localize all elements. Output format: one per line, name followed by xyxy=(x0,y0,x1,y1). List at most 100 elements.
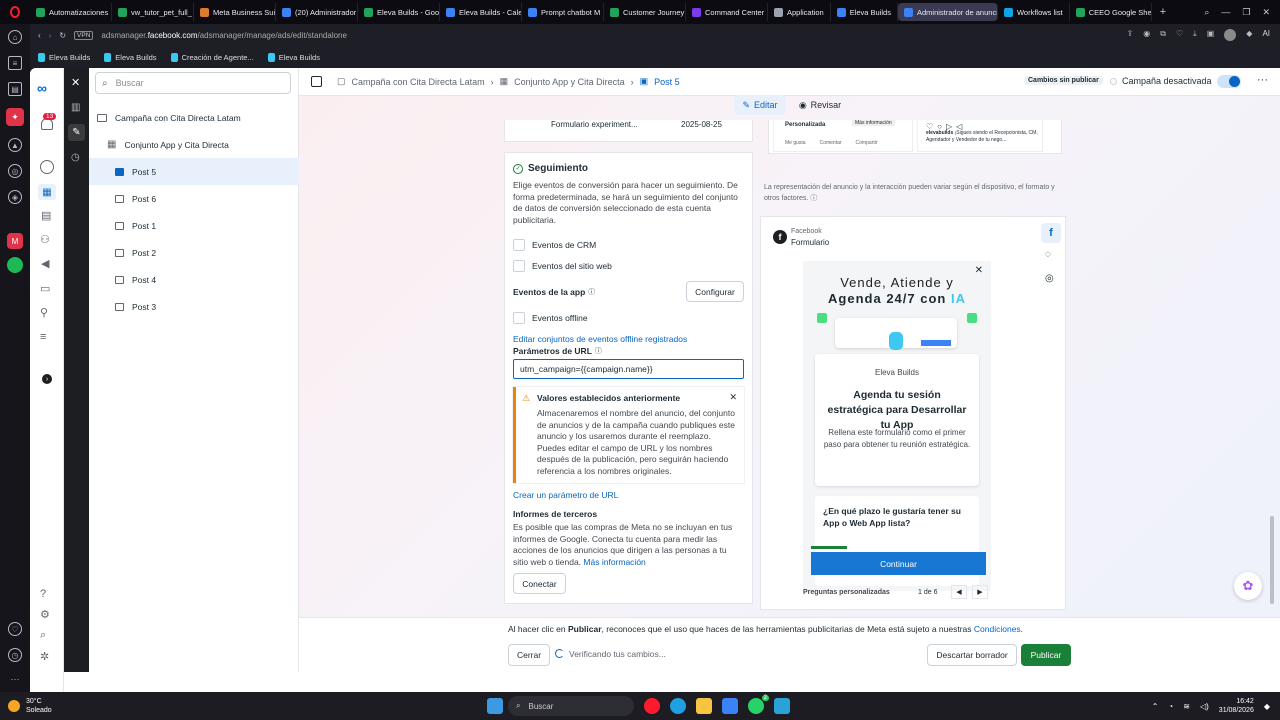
instagram-placement-icon[interactable]: ◎ xyxy=(1045,273,1054,284)
home-icon[interactable]: ⌂ xyxy=(8,30,22,44)
shield-icon[interactable]: ◈ xyxy=(8,190,22,204)
expand-nav-icon[interactable]: › xyxy=(42,374,52,384)
connect-button[interactable]: Conectar xyxy=(513,573,566,594)
close-icon[interactable]: ✕ xyxy=(729,392,737,403)
meta-logo-icon[interactable]: ∞ xyxy=(37,80,47,96)
browser-tab[interactable]: Customer Journey xyxy=(604,3,686,21)
breadcrumb-campaign[interactable]: Campaña con Cita Directa Latam xyxy=(352,77,485,87)
gmail-icon[interactable]: M xyxy=(7,233,23,249)
settings-icon[interactable]: ⚙ xyxy=(40,608,50,621)
browser-tab[interactable]: (20) Administrador xyxy=(276,3,358,21)
bookmark-item[interactable]: Eleva Builds xyxy=(104,52,157,62)
edit-offline-link[interactable]: Editar conjuntos de eventos offline regi… xyxy=(513,334,687,344)
tree-ad-item[interactable]: Post 5 xyxy=(89,158,299,185)
opera-logo[interactable] xyxy=(0,0,30,24)
instagram-icon[interactable]: ◎ xyxy=(8,164,22,178)
browser-tab[interactable]: Prompt chatbot M xyxy=(522,3,604,21)
weather-widget[interactable]: 30°C Soleado xyxy=(0,697,200,715)
tree-campaign-item[interactable]: Campaña con Cita Directa Latam xyxy=(89,104,299,131)
info-icon[interactable]: ⓘ xyxy=(810,195,817,202)
billing-icon[interactable]: ▭ xyxy=(40,282,50,295)
avatar[interactable] xyxy=(1224,29,1237,41)
continue-button[interactable]: Continuar xyxy=(811,552,986,575)
tree-search-input[interactable]: ⌕ Buscar xyxy=(95,72,291,94)
browser-tab[interactable]: Eleva Builds - Cale xyxy=(440,3,522,21)
tree-adset-item[interactable]: ▦ Conjunto App y Cita Directa xyxy=(89,131,299,158)
url-field[interactable]: adsmanager.facebook.com/adsmanager/manag… xyxy=(101,31,1126,40)
ai-icon[interactable]: AI xyxy=(1262,29,1270,41)
crm-events-checkbox[interactable] xyxy=(513,239,525,251)
more-info-link[interactable]: Más información xyxy=(583,557,645,567)
toggle-panel-icon[interactable] xyxy=(311,76,322,87)
edit-pencil-icon[interactable]: ✎ xyxy=(68,124,85,141)
charts-icon[interactable]: ▥ xyxy=(71,102,80,113)
browser-tab[interactable]: Meta Business Suit xyxy=(194,3,276,21)
share-icon[interactable]: ⇪ xyxy=(1127,29,1134,41)
extensions-icon[interactable]: ▲ xyxy=(8,138,22,152)
next-page-button[interactable]: ▶ xyxy=(972,585,988,599)
account-overview-icon[interactable] xyxy=(40,160,54,174)
reload-icon[interactable]: ↻ xyxy=(59,31,66,40)
browser-tab[interactable]: Automatizaciones xyxy=(30,3,112,21)
back-icon[interactable]: ‹ xyxy=(38,31,41,40)
history-clock-icon[interactable]: ◷ xyxy=(71,152,80,163)
history-icon[interactable]: ◷ xyxy=(8,648,22,662)
tray-chevron-icon[interactable]: ⌃ xyxy=(1152,702,1159,711)
file-explorer-icon[interactable] xyxy=(696,698,712,714)
browser-tab[interactable]: CEEO Google Shee xyxy=(1070,3,1152,21)
search-icon[interactable]: ⌕ xyxy=(40,629,46,642)
help-icon[interactable]: ? xyxy=(40,588,46,600)
facebook-placement-icon[interactable]: f xyxy=(1041,223,1061,243)
vpn-badge[interactable]: VPN xyxy=(74,30,94,40)
camera-icon[interactable]: ◉ xyxy=(1143,29,1150,41)
ads-reporting-icon[interactable]: ▤ xyxy=(41,209,51,222)
translate-icon[interactable]: ⧉ xyxy=(1160,29,1166,41)
search-tabs-icon[interactable]: ⌕ xyxy=(1204,7,1209,18)
create-url-param-link[interactable]: Crear un parámetro de URL xyxy=(513,490,618,500)
maximize-icon[interactable]: ❐ xyxy=(1242,7,1250,18)
heart-icon[interactable]: ♡ xyxy=(8,622,22,636)
close-editor-icon[interactable]: ✕ xyxy=(71,76,80,89)
more-icon[interactable]: ··· xyxy=(11,674,20,684)
whatsapp-icon[interactable] xyxy=(748,698,764,714)
messenger-placement-icon[interactable]: ◌ xyxy=(1045,249,1051,260)
tree-ad-item[interactable]: Post 2 xyxy=(89,239,299,266)
tree-ad-item[interactable]: Post 4 xyxy=(89,266,299,293)
discard-draft-button[interactable]: Descartar borrador xyxy=(927,644,1017,666)
wifi-icon[interactable]: ≋ xyxy=(1183,702,1190,711)
url-params-input[interactable]: utm_campaign={{campaign.name}} xyxy=(513,359,744,379)
volume-icon[interactable]: ◁) xyxy=(1200,702,1209,711)
mail-icon[interactable] xyxy=(722,698,738,714)
download-icon[interactable]: ⤓ xyxy=(1193,29,1197,41)
form-selection-row[interactable]: Formulario experiment... 2025-08-25 xyxy=(504,120,753,142)
notifications-bell-icon[interactable]: ◆ xyxy=(1264,702,1270,711)
advertise-icon[interactable]: ◀ xyxy=(41,257,49,270)
browser-tab[interactable]: vw_tutor_pet_full_ xyxy=(112,3,194,21)
info-icon[interactable]: ⓘ xyxy=(588,287,595,297)
campaigns-icon[interactable]: ▦ xyxy=(38,184,56,200)
edge-icon[interactable] xyxy=(670,698,686,714)
forward-icon[interactable]: › xyxy=(49,31,52,40)
browser-tab[interactable]: Eleva Builds - Goo xyxy=(358,3,440,21)
terms-link[interactable]: Condiciones xyxy=(974,624,1021,634)
bookmark-item[interactable]: Eleva Builds xyxy=(38,52,90,62)
browser-tab[interactable]: Workflows list xyxy=(998,3,1070,21)
tree-ad-item[interactable]: Post 3 xyxy=(89,293,299,320)
bookmark-item[interactable]: Eleva Builds xyxy=(267,52,320,62)
ai-assistant-icon[interactable]: ✿ xyxy=(1234,572,1262,600)
offline-events-checkbox[interactable] xyxy=(513,312,525,324)
close-button[interactable]: Cerrar xyxy=(508,644,550,666)
browser-tab[interactable]: Eleva Builds xyxy=(831,3,898,21)
breadcrumb-adset[interactable]: Conjunto App y Cita Directa xyxy=(514,77,625,87)
breadcrumb-ad[interactable]: Post 5 xyxy=(654,77,680,87)
tree-ad-item[interactable]: Post 6 xyxy=(89,185,299,212)
audiences-icon[interactable]: ⚇ xyxy=(40,233,50,246)
notes-icon[interactable] xyxy=(774,698,790,714)
heart-bookmark-icon[interactable]: ♡ xyxy=(1176,29,1183,41)
bookmark-item[interactable]: Creación de Agente... xyxy=(170,52,254,62)
minimize-icon[interactable]: — xyxy=(1221,7,1230,18)
campaign-toggle[interactable] xyxy=(1217,75,1241,88)
new-tab-icon[interactable]: + xyxy=(1152,6,1174,18)
edit-tab[interactable]: ✎ Editar xyxy=(734,95,786,115)
bug-report-icon[interactable]: ✲ xyxy=(40,650,49,663)
